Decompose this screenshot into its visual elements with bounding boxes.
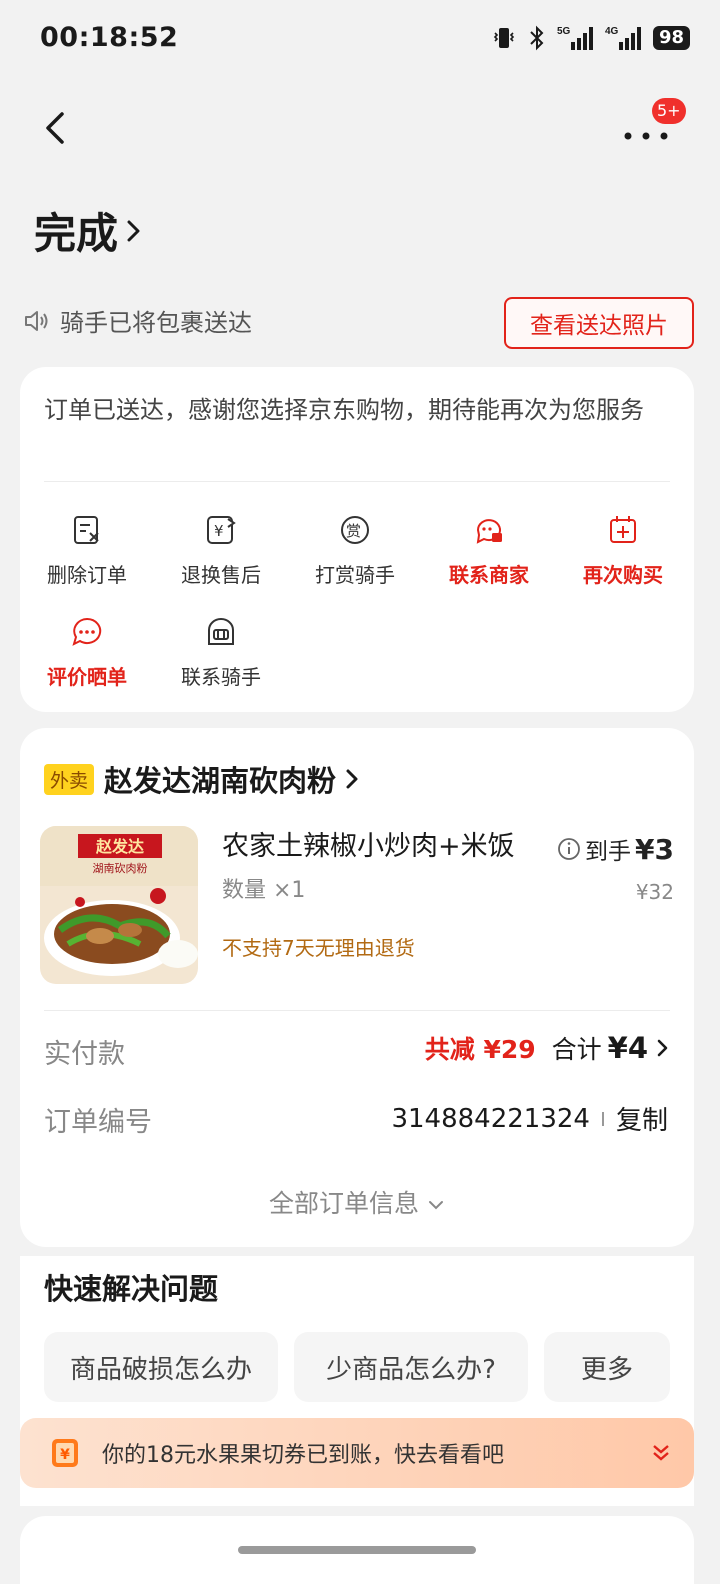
bluetooth-icon xyxy=(530,25,544,51)
signal-5g-icon: 5G xyxy=(557,26,593,50)
status-bar: 00:18:52 5G 4G 98 xyxy=(0,0,720,80)
status-time: 00:18:52 xyxy=(40,22,179,53)
notice-text: 骑手已将包裹送达 xyxy=(60,309,252,337)
takeaway-tag: 外卖 xyxy=(44,763,95,795)
contact-merchant-button[interactable]: 联系商家 xyxy=(422,513,556,588)
review-icon xyxy=(72,617,102,646)
delete-order-button[interactable]: 删除订单 xyxy=(20,513,154,588)
chevron-right-icon xyxy=(127,220,140,241)
image-brand-text: 赵发达 xyxy=(95,837,144,856)
vibrate-icon xyxy=(493,28,515,48)
action-label: 退换售后 xyxy=(181,563,261,587)
order-detail-card: 外卖 赵发达湖南砍肉粉 赵发达 湖南砍肉粉 农家土辣椒小炒肉+米饭 数量 ×1 … xyxy=(20,728,694,1247)
view-delivery-photo-button[interactable]: 查看送达照片 xyxy=(504,297,694,349)
product-name[interactable]: 农家土辣椒小炒肉+米饭 xyxy=(222,824,515,863)
refund-icon: ¥ xyxy=(207,516,236,544)
separator xyxy=(601,1111,604,1126)
svg-text:¥: ¥ xyxy=(214,522,224,540)
final-price: 到手 ¥3 xyxy=(557,832,674,866)
shop-name: 赵发达湖南砍肉粉 xyxy=(104,764,337,798)
action-label: 再次购买 xyxy=(583,563,663,587)
rider-icon xyxy=(208,618,234,645)
action-label: 联系商家 xyxy=(449,563,529,587)
divider xyxy=(44,481,670,482)
food-photo: 赵发达 湖南砍肉粉 xyxy=(40,826,198,984)
info-icon[interactable] xyxy=(557,837,581,861)
action-label: 删除订单 xyxy=(47,563,127,587)
order-status-title[interactable]: 完成 xyxy=(34,200,144,261)
home-indicator[interactable] xyxy=(238,1546,476,1554)
rebuy-icon xyxy=(610,516,636,543)
total-label: 合计 xyxy=(551,1035,602,1064)
delivery-notice: 骑手已将包裹送达 xyxy=(22,303,252,338)
chevron-down-icon xyxy=(428,1201,443,1210)
chevron-right-icon xyxy=(657,1039,668,1057)
final-price-label: 到手 xyxy=(585,839,632,865)
battery-indicator: 98 xyxy=(652,26,690,50)
delete-order-icon xyxy=(74,516,99,544)
chip-missing-item[interactable]: 少商品怎么办? xyxy=(294,1332,528,1402)
coupon-text: 你的18元水果果切券已到账，快去看看吧 xyxy=(102,1443,504,1468)
thanks-message: 订单已送达，感谢您选择京东购物，期待能再次为您服务 xyxy=(44,396,644,424)
quick-solutions-title: 快速解决问题 xyxy=(44,1272,219,1306)
discount-amount: 共减 ¥29 xyxy=(424,1035,536,1064)
payment-summary[interactable]: 共减 ¥29 合计 ¥4 xyxy=(425,1030,672,1066)
back-button[interactable] xyxy=(38,106,78,150)
final-price-value: ¥3 xyxy=(635,832,674,866)
merchant-chat-icon xyxy=(476,519,502,544)
chip-damaged-item[interactable]: 商品破损怎么办 xyxy=(44,1332,278,1402)
total-amount: ¥4 xyxy=(607,1031,648,1065)
order-number-label: 订单编号 xyxy=(44,1107,152,1138)
more-badge: 5+ xyxy=(652,98,686,124)
order-number-value: 314884221324 xyxy=(391,1103,590,1134)
original-price: ¥32 xyxy=(635,880,674,904)
payment-label: 实付款 xyxy=(44,1039,125,1070)
net2-label: 4G xyxy=(605,26,619,37)
copy-order-button[interactable]: 复制 xyxy=(616,1100,668,1137)
all-order-info-toggle[interactable]: 全部订单信息 xyxy=(20,1184,694,1220)
chip-more[interactable]: 更多 xyxy=(544,1332,670,1402)
coupon-banner[interactable]: ¥ 你的18元水果果切券已到账，快去看看吧 xyxy=(20,1418,694,1488)
double-chevron-down-icon xyxy=(653,1445,669,1461)
coupon-icon: ¥ xyxy=(52,1439,78,1467)
order-number-row: 314884221324 复制 xyxy=(391,1100,668,1137)
speaker-icon xyxy=(25,310,48,331)
svg-text:¥: ¥ xyxy=(60,1447,70,1463)
chevron-right-icon xyxy=(346,769,358,789)
divider xyxy=(44,1010,670,1011)
svg-text:赏: 赏 xyxy=(346,522,361,540)
image-brand-sub: 湖南砍肉粉 xyxy=(93,861,148,875)
net1-label: 5G xyxy=(557,26,571,37)
action-label: 联系骑手 xyxy=(181,665,261,689)
shop-link[interactable]: 外卖 赵发达湖南砍肉粉 xyxy=(44,758,362,800)
all-order-info-label: 全部订单信息 xyxy=(269,1189,420,1218)
reward-rider-button[interactable]: 赏 打赏骑手 xyxy=(288,513,422,588)
reward-icon: 赏 xyxy=(341,516,369,544)
buy-again-button[interactable]: 再次购买 xyxy=(556,513,690,588)
contact-rider-button[interactable]: 联系骑手 xyxy=(154,615,288,690)
return-policy: 不支持7天无理由退货 xyxy=(222,936,415,960)
product-image[interactable]: 赵发达 湖南砍肉粉 xyxy=(40,826,198,984)
review-button[interactable]: 评价晒单 xyxy=(20,615,154,690)
action-label: 打赏骑手 xyxy=(315,563,395,587)
signal-4g-icon: 4G xyxy=(605,26,641,50)
action-label: 评价晒单 xyxy=(47,665,127,689)
status-title-text: 完成 xyxy=(34,209,119,258)
refund-service-button[interactable]: ¥ 退换售后 xyxy=(154,513,288,588)
chevron-left-icon xyxy=(46,112,64,144)
product-quantity: 数量 ×1 xyxy=(222,878,306,903)
order-actions-card: 订单已送达，感谢您选择京东购物，期待能再次为您服务 删除订单 ¥ 退换售后 赏 … xyxy=(20,367,694,712)
status-icons: 5G 4G 98 xyxy=(491,24,690,52)
